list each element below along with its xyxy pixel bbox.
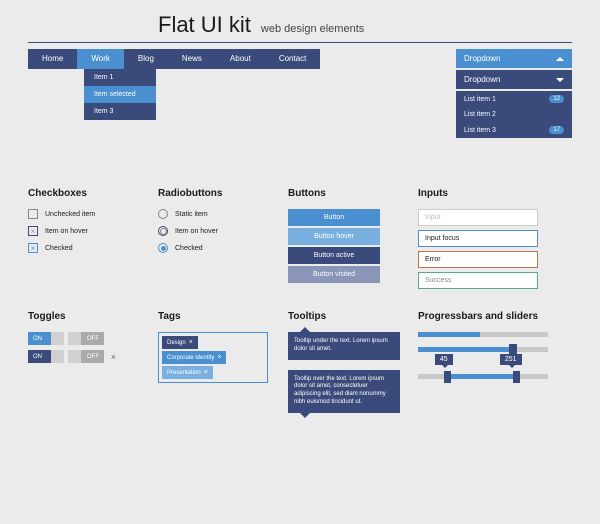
input-default[interactable]: Input xyxy=(418,209,538,226)
chevron-down-icon xyxy=(556,78,564,82)
close-icon[interactable]: × xyxy=(217,354,221,361)
count-badge: 17 xyxy=(549,126,564,134)
tooltips-section: Tooltips Tooltip under the text. Lorem i… xyxy=(288,311,408,423)
close-icon[interactable]: × xyxy=(204,369,208,376)
radio-label: Static item xyxy=(175,211,208,218)
section-title: Tooltips xyxy=(288,311,408,322)
inputs-section: Inputs Input Input focus Error Success xyxy=(418,188,558,293)
page-title: Flat UI kit xyxy=(158,12,251,38)
page-subtitle: web design elements xyxy=(261,23,364,35)
divider xyxy=(28,42,572,43)
count-badge: 12 xyxy=(549,95,564,103)
list-item[interactable]: List item 1 12 xyxy=(456,91,572,107)
toggle-off[interactable]: OFF xyxy=(68,332,104,345)
toggle-on-alt[interactable]: ON xyxy=(28,350,64,363)
section-title: Buttons xyxy=(288,188,408,199)
progress-section: Progressbars and sliders 45 251 xyxy=(418,311,558,423)
section-title: Radiobuttons xyxy=(158,188,278,199)
range-slider[interactable]: 45 251 xyxy=(418,374,548,379)
buttons-section: Buttons Button Button hover Button activ… xyxy=(288,188,408,293)
list-item[interactable]: List item 3 17 xyxy=(456,122,572,138)
input-success[interactable]: Success xyxy=(418,272,538,289)
nav-blog[interactable]: Blog xyxy=(124,49,168,69)
dropdown-list: List item 1 12 List item 2 List item 3 1… xyxy=(456,91,572,138)
radio-label: Checked xyxy=(175,245,203,252)
tooltip-under: Tooltip under the text. Lorem ipsum dolo… xyxy=(288,332,400,360)
input-error[interactable]: Error xyxy=(418,251,538,268)
main-nav: Home Work Blog News About Contact xyxy=(28,49,320,69)
checkbox-hover[interactable]: × xyxy=(28,226,38,236)
toggle-off-close[interactable]: OFF xyxy=(68,350,104,363)
input-focus[interactable]: Input focus xyxy=(418,230,538,247)
nav-dropdown-item[interactable]: Item 3 xyxy=(84,103,156,120)
nav-work[interactable]: Work xyxy=(77,49,124,69)
button-visited[interactable]: Button visited xyxy=(288,266,380,283)
dropdown-label: Dropdown xyxy=(464,75,500,84)
list-item-label: List item 1 xyxy=(464,96,496,103)
section-title: Inputs xyxy=(418,188,558,199)
range-knob-max[interactable] xyxy=(513,371,520,383)
range-label-min: 45 xyxy=(435,354,453,365)
button-hover[interactable]: Button hover xyxy=(288,228,380,245)
list-item-label: List item 2 xyxy=(464,111,496,118)
nav-dropdown-item[interactable]: Item 1 xyxy=(84,69,156,86)
section-title: Tags xyxy=(158,311,278,322)
nav-home[interactable]: Home xyxy=(28,49,77,69)
radio-hover[interactable] xyxy=(158,226,168,236)
dropdown-collapsed[interactable]: Dropdown xyxy=(456,49,572,68)
checkbox-label: Item on hover xyxy=(45,228,88,235)
checkbox-unchecked[interactable] xyxy=(28,209,38,219)
list-item-label: List item 3 xyxy=(464,127,496,134)
button-active[interactable]: Button active xyxy=(288,247,380,264)
chevron-up-icon xyxy=(556,57,564,61)
radios-section: Radiobuttons Static item Item on hover C… xyxy=(158,188,278,293)
slider[interactable] xyxy=(418,347,548,352)
tags-container: Design× Corporate identity× Presentation… xyxy=(158,332,268,383)
tag-corporate[interactable]: Corporate identity× xyxy=(162,351,226,364)
tags-section: Tags Design× Corporate identity× Present… xyxy=(158,311,278,423)
checkboxes-section: Checkboxes Unchecked item × Item on hover… xyxy=(28,188,148,293)
checkbox-label: Checked xyxy=(45,245,73,252)
button-default[interactable]: Button xyxy=(288,209,380,226)
tag-presentation[interactable]: Presentation× xyxy=(162,366,213,379)
close-icon[interactable]: × xyxy=(189,339,193,346)
page-header: Flat UI kit web design elements xyxy=(158,12,572,38)
checkbox-checked[interactable]: × xyxy=(28,243,38,253)
toggles-section: Toggles ON OFF ON OFF xyxy=(28,311,148,423)
section-title: Toggles xyxy=(28,311,148,322)
checkbox-label: Unchecked item xyxy=(45,211,95,218)
progressbar xyxy=(418,332,548,337)
nav-dropdown-item-selected[interactable]: Item selected xyxy=(84,86,156,103)
tag-design[interactable]: Design× xyxy=(162,336,198,349)
list-item[interactable]: List item 2 xyxy=(456,107,572,122)
nav-contact[interactable]: Contact xyxy=(265,49,321,69)
radio-static[interactable] xyxy=(158,209,168,219)
radio-label: Item on hover xyxy=(175,228,218,235)
nav-dropdown: Item 1 Item selected Item 3 xyxy=(84,69,156,120)
nav-news[interactable]: News xyxy=(168,49,216,69)
nav-about[interactable]: About xyxy=(216,49,265,69)
dropdown-expanded[interactable]: Dropdown xyxy=(456,70,572,89)
section-title: Progressbars and sliders xyxy=(418,311,558,322)
toggle-on[interactable]: ON xyxy=(28,332,64,345)
section-title: Checkboxes xyxy=(28,188,148,199)
tooltip-over: Tooltip over the text. Lorem ipsum dolor… xyxy=(288,370,400,413)
range-label-max: 251 xyxy=(500,354,522,365)
dropdown-label: Dropdown xyxy=(464,54,500,63)
range-knob-min[interactable] xyxy=(444,371,451,383)
radio-checked[interactable] xyxy=(158,243,168,253)
